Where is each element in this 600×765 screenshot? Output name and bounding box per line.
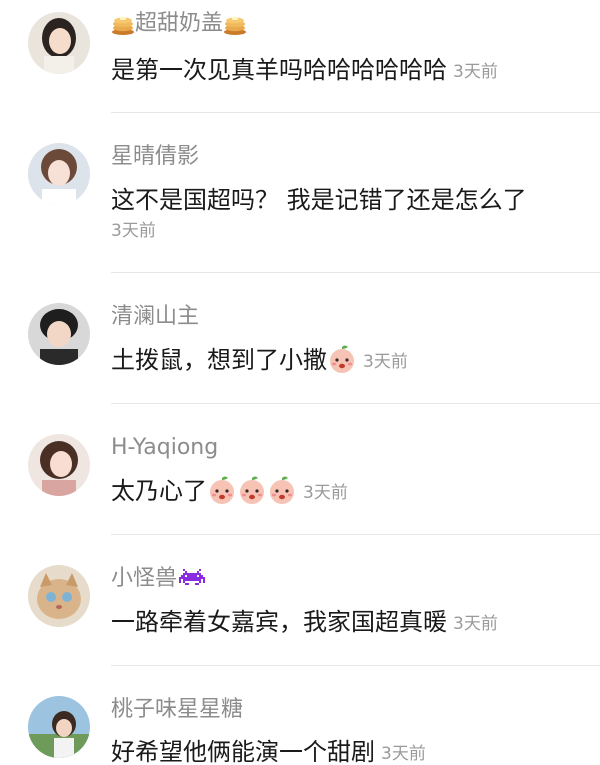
space-invader-icon <box>179 569 206 591</box>
comment-text: 是第一次见真羊吗哈哈哈哈哈哈 3天前 <box>111 54 498 88</box>
comment-list: 超甜奶盖 是第一次见真羊吗哈哈哈哈哈哈 3天前 星晴倩影 这不是国超吗？ 我是记… <box>0 0 600 765</box>
comment-item: 桃子味星星糖 好希望他俩能演一个甜剧 3天前 <box>0 666 600 765</box>
comment-body: 这不是国超吗？ 我是记错了还是怎么了 <box>111 186 527 214</box>
comment-body: 是第一次见真羊吗哈哈哈哈哈哈 <box>111 56 447 84</box>
comment-body: 一路牵着女嘉宾，我家国超真暖 <box>111 608 447 636</box>
comment-time-text: 3天前 <box>111 221 156 241</box>
comment-item: 星晴倩影 这不是国超吗？ 我是记错了还是怎么了 3天前 <box>0 113 600 273</box>
comment-item: 清澜山主 土拨鼠，想到了小撒 3天前 <box>0 273 600 404</box>
avatar[interactable] <box>28 696 90 758</box>
username[interactable]: 清澜山主 <box>111 303 199 331</box>
username[interactable]: 小怪兽 <box>111 565 206 593</box>
peach-face-emoji <box>327 344 357 374</box>
username-text: 星晴倩影 <box>111 144 200 169</box>
comment-text: 土拨鼠，想到了小撒 3天前 <box>111 344 408 378</box>
avatar[interactable] <box>28 565 90 627</box>
comment-body: 太乃心了 <box>111 477 207 505</box>
avatar[interactable] <box>28 303 90 365</box>
username-text: 小怪兽 <box>111 566 178 591</box>
peach-face-emoji <box>237 475 267 505</box>
username[interactable]: H-Yaqiong <box>111 434 218 462</box>
comment-text: 一路牵着女嘉宾，我家国超真暖 3天前 <box>111 606 498 640</box>
username[interactable]: 超甜奶盖 <box>111 10 247 38</box>
comment-item: 超甜奶盖 是第一次见真羊吗哈哈哈哈哈哈 3天前 <box>0 0 600 113</box>
username-text: 清澜山主 <box>111 304 200 329</box>
comment-item: 小怪兽 一路牵着女嘉宾，我家国超真暖 3天前 <box>0 535 600 666</box>
avatar[interactable] <box>28 12 90 74</box>
avatar[interactable] <box>28 143 90 205</box>
username[interactable]: 星晴倩影 <box>111 143 199 171</box>
comment-body: 土拨鼠，想到了小撒 <box>111 346 327 374</box>
peach-face-emoji <box>207 475 237 505</box>
comment-time: 3天前 <box>303 483 348 503</box>
comment-text: 这不是国超吗？ 我是记错了还是怎么了 <box>111 184 527 216</box>
avatar[interactable] <box>28 434 90 496</box>
comment-time: 3天前 <box>381 744 426 764</box>
username-text: 桃子味星星糖 <box>111 697 244 722</box>
username[interactable]: 桃子味星星糖 <box>111 696 243 724</box>
comment-time: 3天前 <box>453 614 498 634</box>
comment-text: 好希望他俩能演一个甜剧 3天前 <box>111 736 426 765</box>
pancake-icon <box>223 14 247 36</box>
username-text: H-Yaqiong <box>111 435 219 460</box>
comment-time: 3天前 <box>363 352 408 372</box>
comment-text: 太乃心了 3天前 <box>111 475 348 509</box>
comment-body: 好希望他俩能演一个甜剧 <box>111 738 375 765</box>
comment-item: H-Yaqiong 太乃心了 3天前 <box>0 404 600 535</box>
comment-time: 3天前 <box>111 219 156 243</box>
comment-time: 3天前 <box>453 62 498 82</box>
username-text: 超甜奶盖 <box>135 11 224 36</box>
peach-face-emoji <box>267 475 297 505</box>
pancake-icon <box>111 14 135 36</box>
